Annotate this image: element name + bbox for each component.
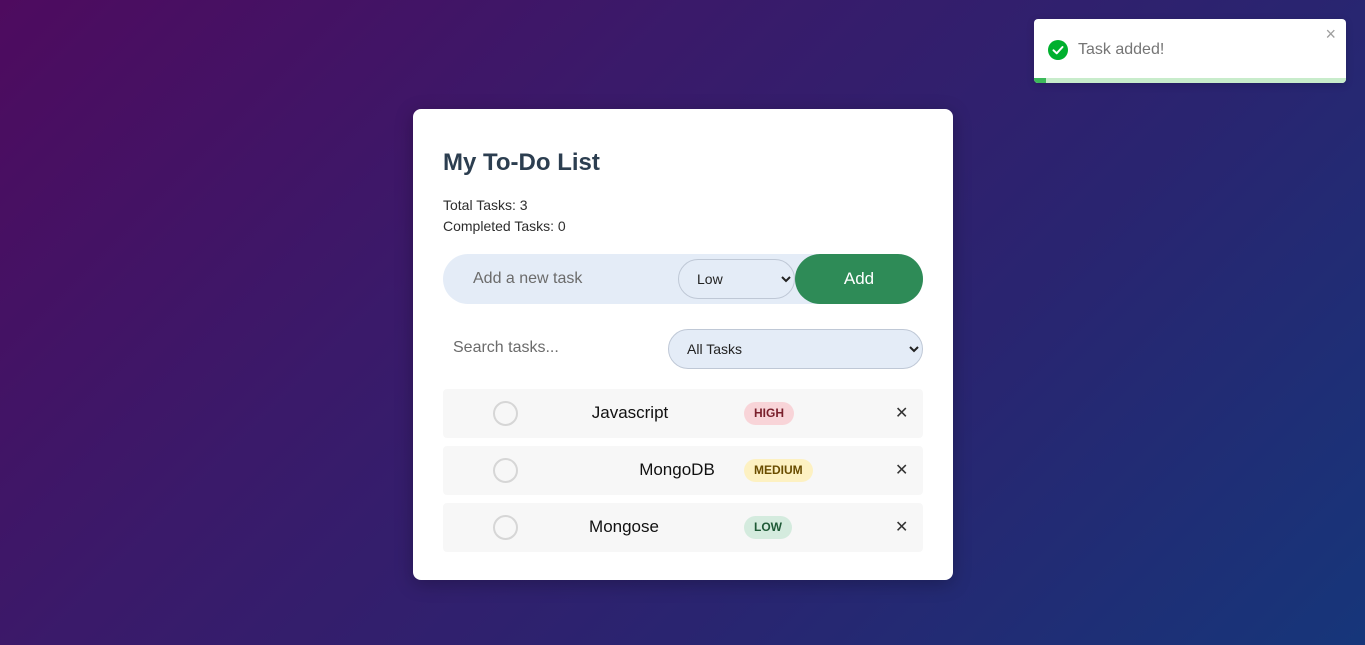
delete-task-button[interactable]: ✕: [895, 460, 908, 480]
task-name: Javascript: [591, 403, 669, 422]
page-title: My To-Do List: [443, 149, 600, 176]
task-row: Mongose LOW ✕: [443, 503, 923, 552]
toast-progress-track: [1034, 78, 1346, 83]
task-filter-select[interactable]: All Tasks: [668, 329, 923, 369]
priority-badge: HIGH: [744, 402, 794, 425]
toast-progress-bar: [1034, 78, 1047, 83]
toast-notification: Task added! ×: [1034, 19, 1346, 83]
task-name: Mongose: [589, 517, 659, 536]
completed-tasks-stat: Completed Tasks: 0: [443, 218, 566, 234]
delete-task-button[interactable]: ✕: [895, 403, 908, 423]
total-tasks-stat: Total Tasks: 3: [443, 197, 528, 213]
delete-task-button[interactable]: ✕: [895, 517, 908, 537]
priority-badge: MEDIUM: [744, 459, 813, 482]
task-row: MongoDB MEDIUM ✕: [443, 446, 923, 495]
priority-badge: LOW: [744, 516, 792, 539]
task-complete-checkbox[interactable]: [493, 401, 518, 426]
search-input[interactable]: [443, 328, 663, 368]
toast-close-button[interactable]: ×: [1325, 25, 1336, 43]
task-complete-checkbox[interactable]: [493, 515, 518, 540]
task-complete-checkbox[interactable]: [493, 458, 518, 483]
priority-select[interactable]: Low: [678, 259, 795, 299]
toast-message: Task added!: [1078, 41, 1165, 58]
check-circle-icon: [1048, 40, 1068, 60]
task-row: Javascript HIGH ✕: [443, 389, 923, 438]
add-task-button[interactable]: Add: [795, 254, 923, 304]
add-task-form: Low Add: [443, 254, 923, 304]
todo-card: My To-Do List Total Tasks: 3 Completed T…: [413, 109, 953, 580]
new-task-input[interactable]: [443, 254, 679, 304]
